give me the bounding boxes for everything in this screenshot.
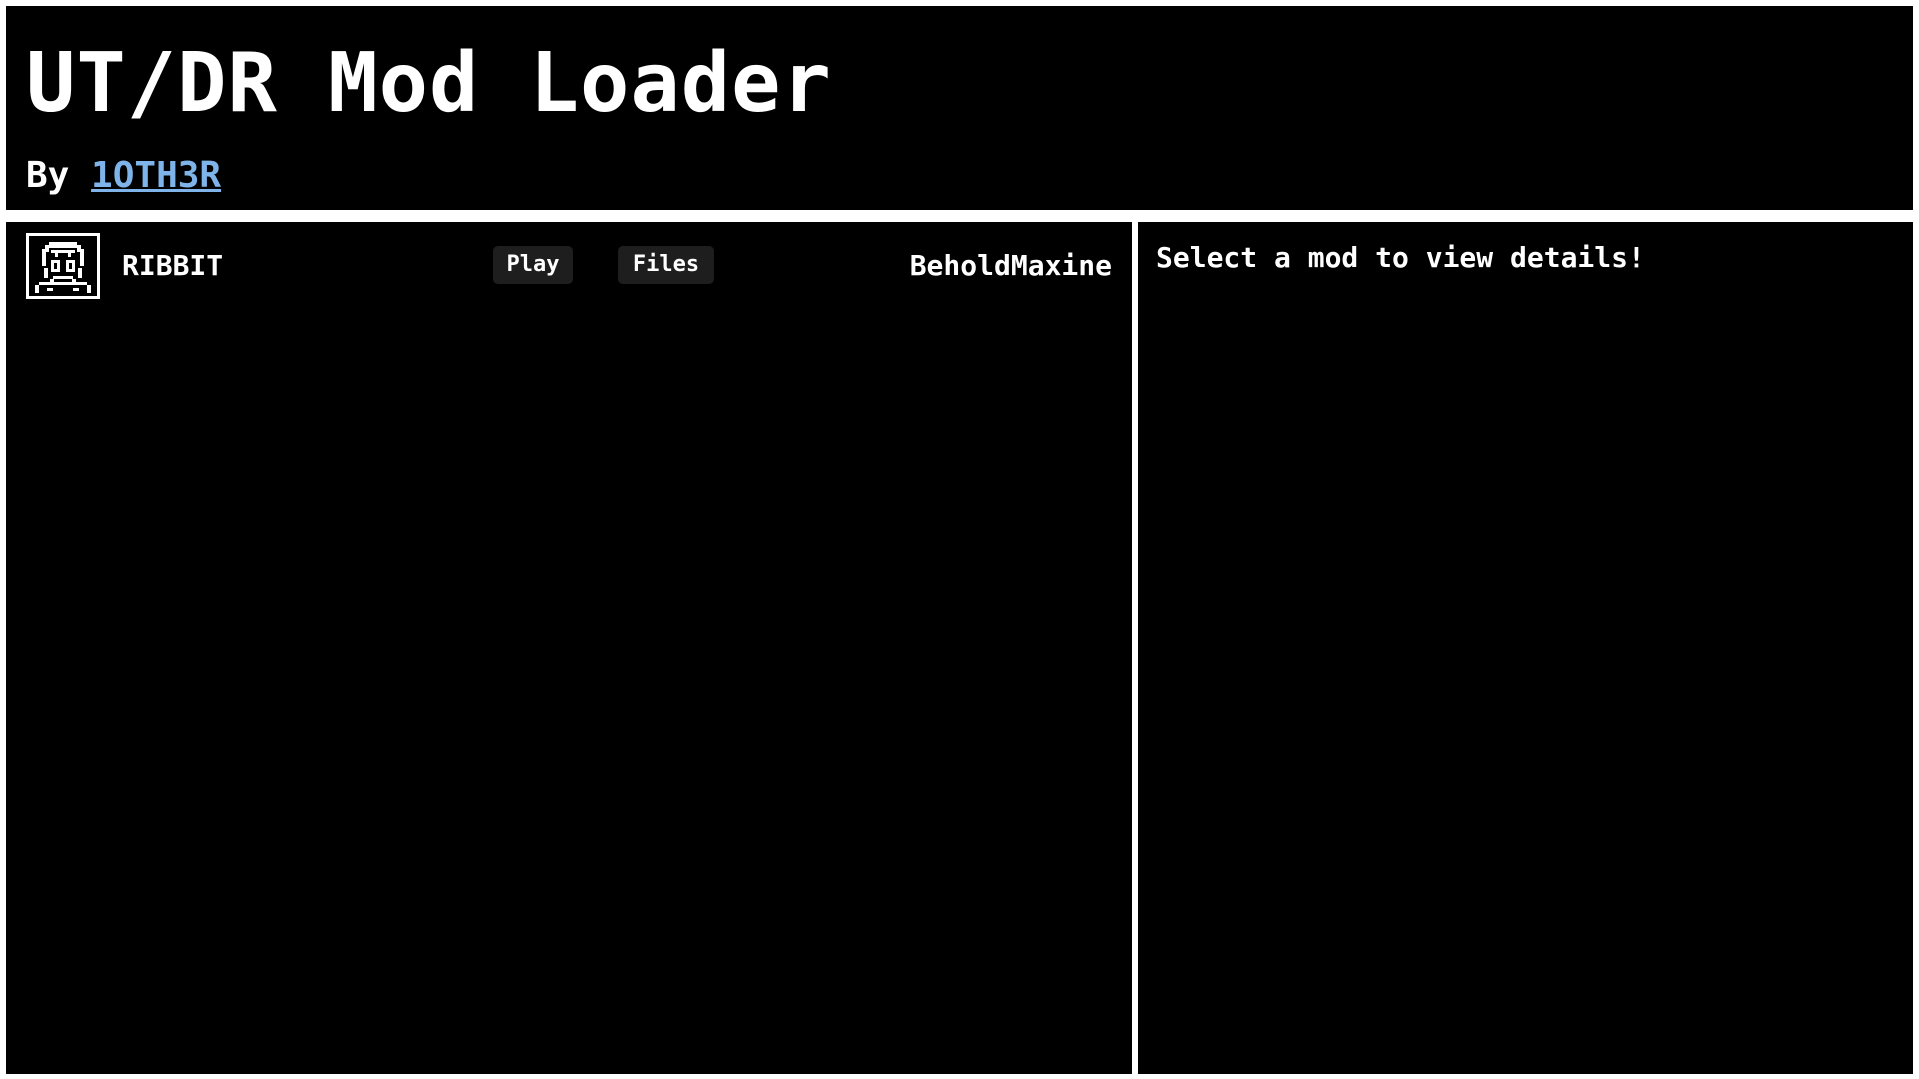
author-link[interactable]: 1OTH3R: [91, 155, 221, 196]
mod-row[interactable]: RIBBIT Play Files BeholdMaxine: [26, 233, 1112, 299]
byline-prefix: By: [26, 155, 70, 196]
mod-name: RIBBIT: [122, 249, 224, 282]
details-panel: Select a mod to view details!: [1138, 222, 1913, 1074]
header: UT/DR Mod Loader By 1OTH3R: [6, 6, 1913, 210]
page-title: UT/DR Mod Loader: [26, 36, 832, 131]
mod-author: BeholdMaxine: [909, 249, 1112, 282]
files-button[interactable]: Files: [618, 246, 714, 284]
byline: By 1OTH3R: [26, 154, 1913, 198]
frog-character-icon: [26, 233, 100, 299]
mod-list-panel: RIBBIT Play Files BeholdMaxine: [6, 222, 1132, 1074]
details-placeholder: Select a mod to view details!: [1156, 241, 1645, 274]
play-button[interactable]: Play: [493, 246, 573, 284]
app-window: UT/DR Mod Loader By 1OTH3R RIBBIT Play F…: [0, 0, 1919, 1079]
